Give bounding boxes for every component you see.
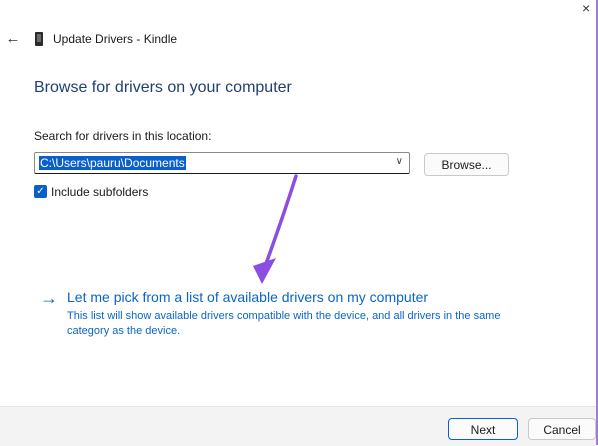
pick-driver-description: This list will show available drivers co… xyxy=(67,310,501,337)
arrow-right-icon: → xyxy=(40,288,58,308)
annotation-arrow-icon xyxy=(253,174,298,284)
dialog-window: × ← Update Drivers - Kindle Browse for d… xyxy=(0,0,598,446)
next-button[interactable]: Next xyxy=(448,418,518,440)
pick-driver-title[interactable]: Let me pick from a list of available dri… xyxy=(67,289,428,305)
dialog-footer: Next Cancel xyxy=(0,406,596,446)
cancel-button[interactable]: Cancel xyxy=(528,418,596,440)
